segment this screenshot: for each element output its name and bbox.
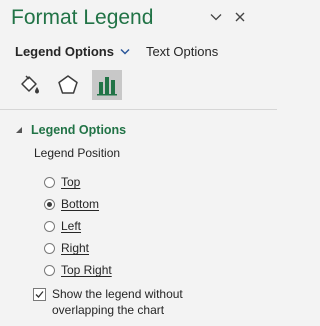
effects-tab[interactable]	[53, 70, 83, 100]
radio-label: Top	[61, 175, 81, 189]
pane-options-button[interactable]	[208, 8, 224, 26]
radio-top[interactable]: Top	[44, 175, 80, 189]
legend-options-section-header[interactable]: Legend Options	[15, 123, 126, 137]
close-pane-button[interactable]	[232, 8, 248, 26]
overlap-checkbox[interactable]	[33, 288, 46, 301]
fill-line-tab[interactable]	[14, 70, 44, 100]
paint-bucket-icon	[21, 75, 39, 94]
overlap-checkbox-row[interactable]: Show the legend without overlapping the …	[33, 286, 202, 318]
divider	[0, 109, 277, 110]
radio-left[interactable]: Left	[44, 219, 81, 233]
triangle-expanded-icon	[16, 127, 22, 133]
overlap-checkbox-label: Show the legend without overlapping the …	[52, 287, 183, 317]
close-icon	[235, 12, 245, 22]
bar-chart-icon	[97, 77, 117, 96]
radio-button[interactable]	[44, 220, 55, 232]
radio-button[interactable]	[44, 176, 55, 188]
radio-label: Right	[61, 241, 90, 255]
radio-button[interactable]	[44, 242, 55, 254]
tab-legend-options[interactable]: Legend Options	[15, 44, 114, 59]
radio-label: Bottom	[61, 197, 100, 211]
pentagon-icon	[58, 75, 78, 94]
pane-title: Format Legend	[11, 6, 154, 29]
options-tabs: Legend Options Text Options	[15, 44, 218, 59]
radio-button[interactable]	[44, 264, 55, 276]
radio-label: Top Right	[61, 263, 112, 277]
radio-label: Left	[61, 219, 82, 233]
tab-dropdown-button[interactable]	[120, 48, 130, 55]
chevron-down-icon	[210, 14, 222, 21]
chevron-down-icon	[120, 48, 130, 55]
legend-position-label: Legend Position	[34, 146, 121, 160]
legend-options-tab[interactable]	[92, 70, 122, 100]
section-title: Legend Options	[31, 123, 127, 137]
checkmark-icon	[35, 291, 44, 298]
tab-text-options[interactable]: Text Options	[146, 44, 218, 59]
radio-right[interactable]: Right	[44, 241, 89, 255]
radio-bottom[interactable]: Bottom	[44, 197, 99, 211]
radio-button[interactable]	[44, 198, 55, 210]
radio-top-right[interactable]: Top Right	[44, 263, 112, 277]
